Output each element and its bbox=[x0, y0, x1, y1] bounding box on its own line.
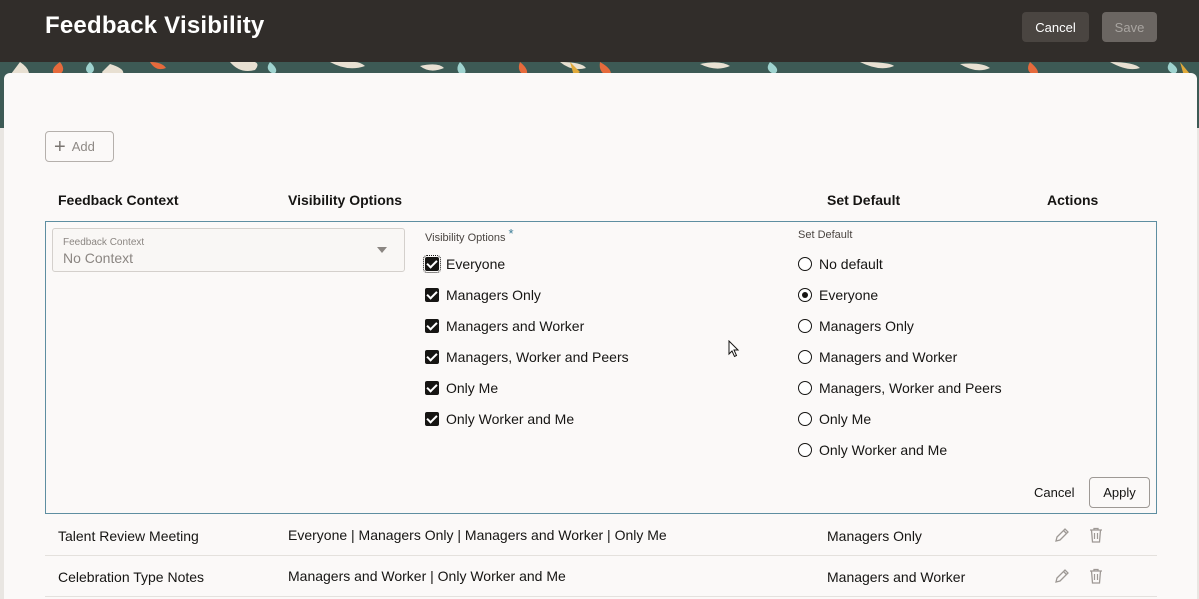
feedback-context-value: No Context bbox=[63, 250, 134, 266]
default-option-only-me[interactable]: Only Me bbox=[798, 411, 871, 427]
row-context: Celebration Type Notes bbox=[58, 569, 205, 585]
pencil-icon[interactable] bbox=[1053, 567, 1071, 585]
table-row: Talent Review Meeting Everyone | Manager… bbox=[45, 515, 1157, 556]
row-visibility: Everyone | Managers Only | Managers and … bbox=[288, 527, 667, 543]
radio-unselected-icon[interactable] bbox=[798, 319, 812, 333]
row-default: Managers Only bbox=[827, 528, 922, 544]
visibility-option-only-worker-and-me[interactable]: Only Worker and Me bbox=[425, 411, 574, 427]
checkbox-checked-icon[interactable] bbox=[425, 288, 439, 302]
checkbox-checked-icon[interactable] bbox=[423, 255, 441, 273]
chevron-down-icon[interactable] bbox=[377, 247, 387, 253]
row-context: Talent Review Meeting bbox=[58, 528, 199, 544]
trash-icon[interactable] bbox=[1087, 526, 1105, 544]
checkbox-checked-icon[interactable] bbox=[425, 412, 439, 426]
column-header-context: Feedback Context bbox=[58, 192, 179, 208]
apply-button[interactable]: Apply bbox=[1089, 477, 1150, 508]
default-option-managers-only[interactable]: Managers Only bbox=[798, 318, 914, 334]
feedback-context-select[interactable]: Feedback Context No Context bbox=[52, 228, 405, 272]
plus-icon: + bbox=[54, 135, 66, 158]
radio-unselected-icon[interactable] bbox=[798, 381, 812, 395]
visibility-option-everyone[interactable]: Everyone bbox=[423, 255, 506, 273]
default-option-label: Managers, Worker and Peers bbox=[819, 380, 1002, 396]
visibility-option-managers-only[interactable]: Managers Only bbox=[425, 287, 541, 303]
mouse-cursor-icon bbox=[728, 340, 740, 358]
visibility-option-label: Managers Only bbox=[446, 287, 541, 303]
default-option-label: Only Worker and Me bbox=[819, 442, 948, 458]
radio-unselected-icon[interactable] bbox=[798, 257, 812, 271]
required-marker: * bbox=[508, 226, 514, 241]
default-option-managers-and-worker[interactable]: Managers and Worker bbox=[798, 349, 957, 365]
default-option-managers-worker-peers[interactable]: Managers, Worker and Peers bbox=[798, 380, 1002, 396]
checkbox-checked-icon[interactable] bbox=[425, 350, 439, 364]
row-visibility: Managers and Worker | Only Worker and Me bbox=[288, 568, 566, 584]
radio-unselected-icon[interactable] bbox=[798, 350, 812, 364]
add-button-label: Add bbox=[71, 139, 95, 154]
default-option-label: Managers and Worker bbox=[819, 349, 958, 365]
visibility-option-only-me[interactable]: Only Me bbox=[425, 380, 498, 396]
feedback-context-label: Feedback Context bbox=[63, 237, 145, 248]
column-header-visibility: Visibility Options bbox=[288, 192, 403, 208]
radio-unselected-icon[interactable] bbox=[798, 443, 812, 457]
default-option-label: Managers Only bbox=[819, 318, 914, 334]
default-option-label: Only Me bbox=[819, 411, 872, 427]
default-option-label: Everyone bbox=[819, 287, 879, 303]
add-button[interactable]: + Add bbox=[45, 131, 114, 162]
default-option-only-worker-and-me[interactable]: Only Worker and Me bbox=[798, 442, 947, 458]
pencil-icon[interactable] bbox=[1053, 526, 1071, 544]
row-default: Managers and Worker bbox=[827, 569, 966, 585]
header-save-button[interactable]: Save bbox=[1102, 12, 1157, 42]
checkbox-checked-icon[interactable] bbox=[425, 381, 439, 395]
checkbox-checked-icon[interactable] bbox=[425, 319, 439, 333]
default-option-label: No default bbox=[819, 256, 883, 272]
visibility-option-managers-and-worker[interactable]: Managers and Worker bbox=[425, 318, 584, 334]
page-header: Feedback Visibility Cancel Save bbox=[0, 0, 1199, 62]
column-header-actions: Actions bbox=[1047, 192, 1099, 208]
set-default-label: Set Default bbox=[798, 229, 853, 241]
page-title: Feedback Visibility bbox=[45, 12, 265, 39]
default-option-everyone[interactable]: Everyone bbox=[798, 287, 878, 303]
column-header-default: Set Default bbox=[827, 192, 901, 208]
visibility-options-label: Visibility Options * bbox=[425, 226, 514, 244]
header-cancel-button[interactable]: Cancel bbox=[1022, 12, 1089, 42]
table-row: Celebration Type Notes Managers and Work… bbox=[45, 556, 1157, 597]
edit-cancel-link[interactable]: Cancel bbox=[1034, 485, 1074, 500]
trash-icon[interactable] bbox=[1087, 567, 1105, 585]
radio-unselected-icon[interactable] bbox=[798, 412, 812, 426]
visibility-option-label: Only Worker and Me bbox=[446, 411, 575, 427]
visibility-option-managers-worker-peers[interactable]: Managers, Worker and Peers bbox=[425, 349, 629, 365]
visibility-option-label: Only Me bbox=[446, 380, 499, 396]
radio-selected-icon[interactable] bbox=[798, 288, 812, 302]
visibility-option-label: Managers, Worker and Peers bbox=[446, 349, 629, 365]
default-option-no-default[interactable]: No default bbox=[798, 256, 883, 272]
visibility-option-label: Managers and Worker bbox=[446, 318, 585, 334]
visibility-option-label: Everyone bbox=[446, 256, 506, 272]
